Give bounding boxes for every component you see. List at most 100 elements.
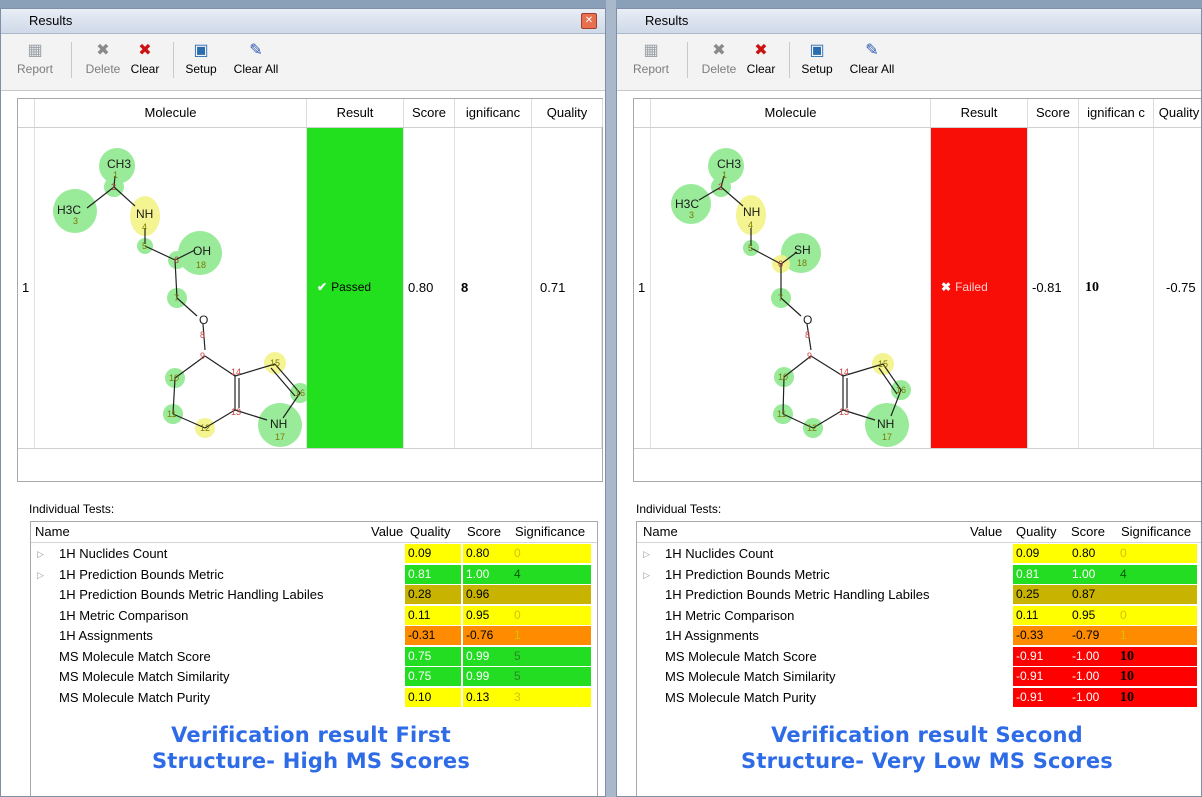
test-quality-cell: 0.10	[405, 687, 461, 707]
atom-oh: OH	[193, 244, 211, 258]
tests-col-value[interactable]: Value	[970, 522, 1002, 542]
tests-col-score[interactable]: Score	[467, 522, 501, 542]
test-quality-cell: 0.81	[405, 564, 461, 584]
tests-col-quality[interactable]: Quality	[410, 522, 450, 542]
list-item[interactable]: ▷ 1H Nuclides Count 0.09 0.80 0	[637, 544, 1201, 564]
individual-tests-table: Name Value Quality Score Significance ▷ 1…	[636, 521, 1201, 796]
expand-arrow-icon[interactable]: ▷	[37, 544, 44, 564]
test-name: 1H Assignments	[59, 628, 153, 643]
atom-index-1: 1	[722, 170, 727, 180]
list-item[interactable]: MS Molecule Match Similarity 0.75 0.99 5	[31, 667, 597, 687]
close-icon[interactable]: ✕	[581, 13, 597, 29]
list-item[interactable]: 1H Prediction Bounds Metric Handling Lab…	[637, 585, 1201, 605]
col-result[interactable]: Result	[307, 99, 404, 127]
caption-line-1: Verification result First	[171, 723, 451, 747]
score-cell: 0.80	[404, 128, 455, 448]
col-significance[interactable]: ignificanc	[455, 99, 532, 127]
test-quality-cell: -0.91	[1013, 687, 1069, 707]
significance-cell: 10	[1079, 128, 1154, 448]
quality-value: 0.71	[540, 280, 566, 295]
result-label: Failed	[955, 280, 988, 294]
test-significance-cell: 0	[1117, 544, 1197, 563]
tests-col-quality[interactable]: Quality	[1016, 522, 1056, 542]
expand-arrow-icon[interactable]: ▷	[643, 544, 650, 564]
caption: Verification result First Structure- Hig…	[61, 722, 561, 774]
col-score[interactable]: Score	[1028, 99, 1079, 127]
row-index-cell: 1	[634, 128, 651, 448]
list-item[interactable]: MS Molecule Match Score -0.91 -1.00 10	[637, 646, 1201, 667]
list-item[interactable]: 1H Metric Comparison 0.11 0.95 0	[31, 605, 597, 626]
test-name: MS Molecule Match Purity	[59, 689, 210, 705]
col-molecule[interactable]: Molecule	[35, 99, 307, 127]
setup-icon: ▣	[193, 42, 209, 59]
delete-label: Delete	[85, 62, 121, 76]
col-significance[interactable]: ignifican c	[1079, 99, 1154, 127]
expand-arrow-icon[interactable]: ▷	[643, 565, 650, 585]
toolbar-separator	[173, 42, 174, 78]
tests-col-name[interactable]: Name	[643, 522, 678, 542]
tests-col-score[interactable]: Score	[1071, 522, 1105, 542]
report-button[interactable]: ▦ Report	[627, 38, 675, 76]
clear-all-button[interactable]: ✎ Clear All	[845, 38, 899, 76]
list-item[interactable]: ▷ 1H Prediction Bounds Metric 0.81 1.00 4	[31, 564, 597, 585]
delete-button[interactable]: ✖ Delete	[79, 38, 127, 76]
table-row[interactable]: 1	[18, 128, 602, 449]
expand-arrow-icon[interactable]: ▷	[37, 565, 44, 585]
list-item[interactable]: 1H Assignments -0.33 -0.79 1	[637, 626, 1201, 646]
col-quality[interactable]: Quality	[1154, 99, 1201, 127]
col-score[interactable]: Score	[404, 99, 455, 127]
test-significance-cell: 5	[511, 667, 591, 686]
molecule-cell: CH3 H3C NH OH O NH 1 2 3 4 5 6 7 8 9 10 …	[35, 128, 307, 448]
list-item[interactable]: MS Molecule Match Purity 0.10 0.13 3	[31, 687, 597, 708]
atom-index-14: 14	[231, 367, 241, 377]
tests-col-significance[interactable]: Significance	[515, 522, 585, 542]
delete-button[interactable]: ✖ Delete	[695, 38, 743, 76]
significance-cell: 8	[455, 128, 532, 448]
col-molecule[interactable]: Molecule	[651, 99, 931, 127]
col-quality[interactable]: Quality	[532, 99, 603, 127]
caption-line-2: Structure- High MS Scores	[151, 749, 471, 773]
atom-index-4: 4	[748, 220, 753, 230]
test-name: 1H Metric Comparison	[59, 607, 189, 623]
panel-splitter[interactable]	[606, 0, 616, 797]
clear-button[interactable]: ✖ Clear	[121, 38, 169, 76]
test-name: MS Molecule Match Similarity	[59, 669, 230, 684]
score-value: -0.81	[1032, 280, 1062, 295]
atom-index-8: 8	[200, 330, 205, 340]
test-quality-cell: 0.75	[405, 646, 461, 666]
tests-col-significance[interactable]: Significance	[1121, 522, 1191, 542]
atom-index-12: 12	[200, 423, 210, 433]
atom-h3c: H3C	[675, 197, 699, 211]
clear-all-button[interactable]: ✎ Clear All	[229, 38, 283, 76]
tests-col-value[interactable]: Value	[371, 522, 403, 542]
report-button[interactable]: ▦ Report	[11, 38, 59, 76]
list-item[interactable]: MS Molecule Match Similarity -0.91 -1.00 10	[637, 667, 1201, 687]
list-item[interactable]: 1H Prediction Bounds Metric Handling Lab…	[31, 585, 597, 605]
atom-nh: NH	[136, 207, 153, 221]
atom-index-18: 18	[797, 258, 807, 268]
table-row[interactable]: 1	[634, 128, 1201, 449]
test-name: MS Molecule Match Score	[59, 648, 211, 664]
atom-index-9: 9	[807, 351, 812, 361]
results-panel-right: Results ▦ Report ✖ Delete ✖ Clear ▣ Setu…	[616, 8, 1202, 797]
col-result[interactable]: Result	[931, 99, 1028, 127]
clear-label: Clear	[130, 62, 160, 76]
clear-button[interactable]: ✖ Clear	[737, 38, 785, 76]
test-score-cell: 1.00	[463, 564, 511, 584]
setup-icon: ▣	[809, 42, 825, 59]
list-item[interactable]: 1H Assignments -0.31 -0.76 1	[31, 626, 597, 646]
list-item[interactable]: 1H Metric Comparison 0.11 0.95 0	[637, 605, 1201, 626]
list-item[interactable]: MS Molecule Match Purity -0.91 -1.00 10	[637, 687, 1201, 708]
list-item[interactable]: ▷ 1H Prediction Bounds Metric 0.81 1.00 4	[637, 564, 1201, 585]
test-score-cell: -0.76	[463, 626, 511, 645]
test-name: 1H Prediction Bounds Metric	[665, 566, 830, 582]
atom-index-6: 6	[778, 259, 783, 269]
results-panel-left: Results ✕ ▦ Report ✖ Delete ✖ Clear ▣ Se…	[0, 8, 606, 797]
setup-button[interactable]: ▣ Setup	[793, 38, 841, 76]
atom-index-15: 15	[878, 359, 888, 369]
clear-all-label: Clear All	[849, 62, 895, 76]
tests-col-name[interactable]: Name	[35, 522, 70, 542]
setup-button[interactable]: ▣ Setup	[177, 38, 225, 76]
list-item[interactable]: ▷ 1H Nuclides Count 0.09 0.80 0	[31, 544, 597, 564]
list-item[interactable]: MS Molecule Match Score 0.75 0.99 5	[31, 646, 597, 667]
